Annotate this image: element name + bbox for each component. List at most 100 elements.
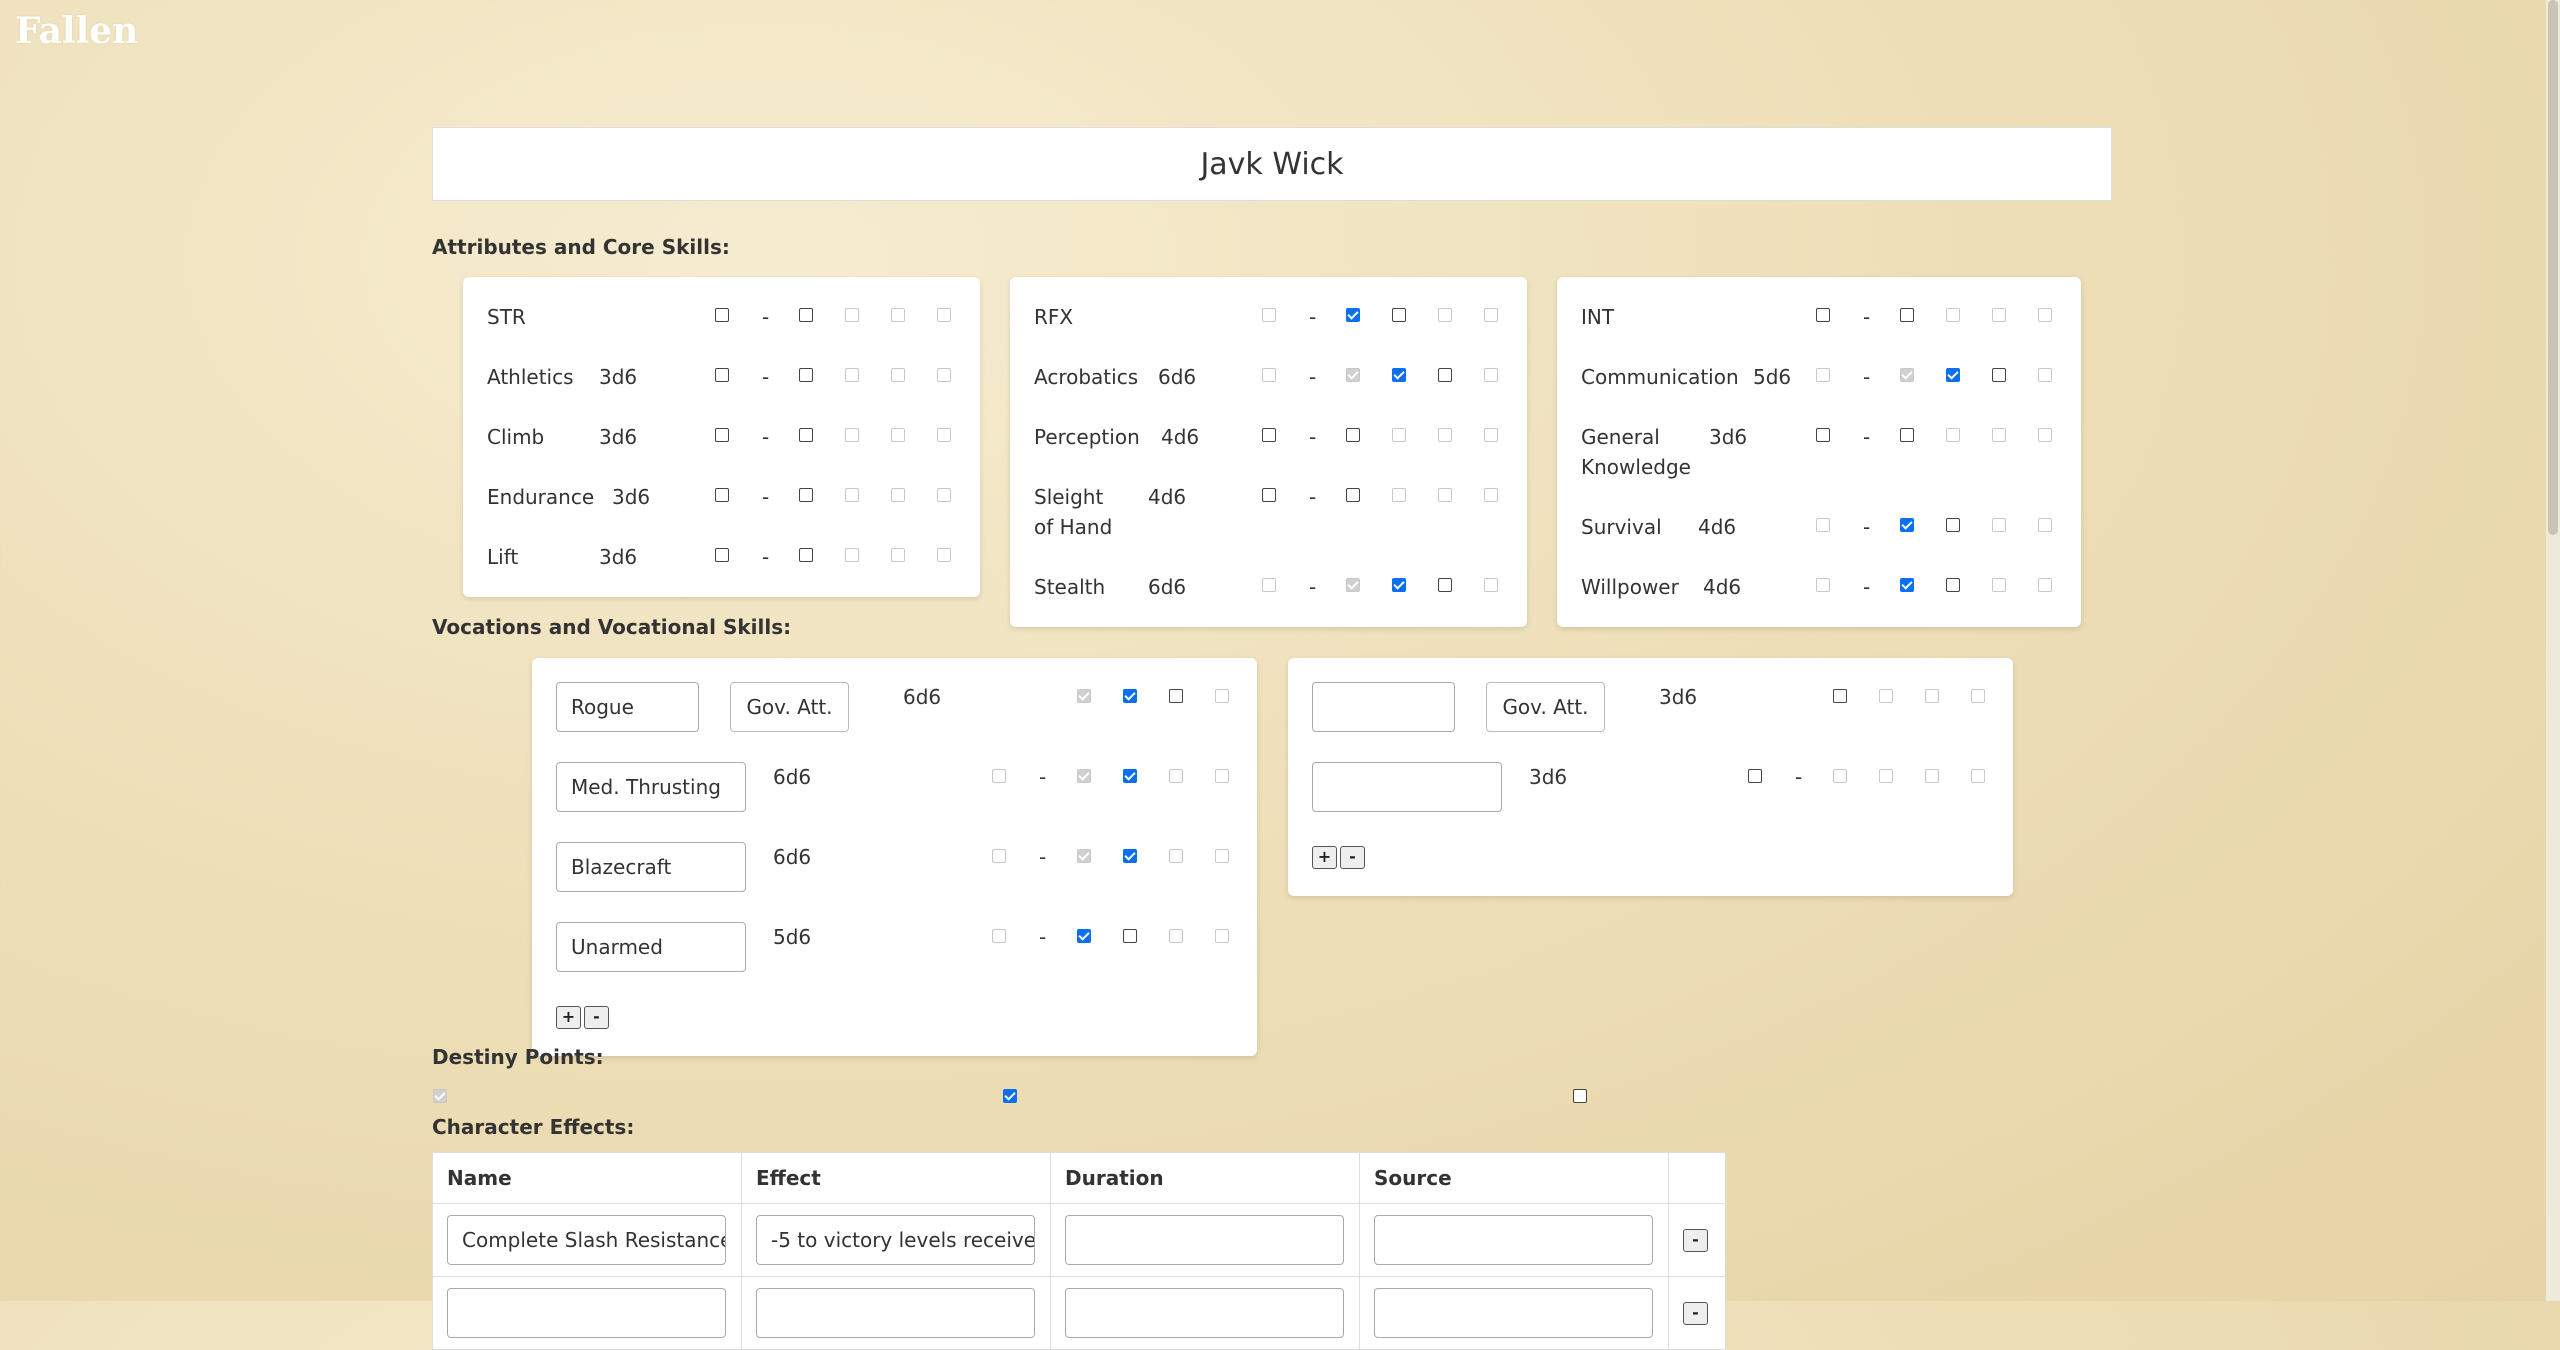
gov-att-button[interactable]: Gov. Att. xyxy=(730,682,849,732)
effect-effect-input[interactable]: -5 to victory levels received f xyxy=(756,1215,1035,1265)
checkbox[interactable] xyxy=(1392,488,1406,502)
checkbox[interactable] xyxy=(2038,578,2052,592)
checkbox[interactable] xyxy=(1925,769,1939,783)
checkbox[interactable] xyxy=(1123,769,1137,783)
checkbox[interactable] xyxy=(937,308,951,322)
checkbox[interactable] xyxy=(891,488,905,502)
checkbox[interactable] xyxy=(1123,929,1137,943)
vocational-skill-input[interactable]: Blazecraft xyxy=(556,842,746,892)
checkbox[interactable] xyxy=(1484,368,1498,382)
checkbox[interactable] xyxy=(1816,578,1830,592)
checkbox[interactable] xyxy=(891,548,905,562)
checkbox[interactable] xyxy=(1925,689,1939,703)
checkbox[interactable] xyxy=(799,488,813,502)
checkbox[interactable] xyxy=(1748,769,1762,783)
vocational-skill-input[interactable]: Unarmed xyxy=(556,922,746,972)
checkbox[interactable] xyxy=(799,548,813,562)
checkbox[interactable] xyxy=(1971,769,1985,783)
effect-name-input[interactable] xyxy=(447,1288,726,1338)
checkbox[interactable] xyxy=(937,368,951,382)
checkbox[interactable] xyxy=(1816,518,1830,532)
add-skill-button[interactable]: + xyxy=(1312,846,1337,869)
checkbox[interactable] xyxy=(2038,308,2052,322)
checkbox[interactable] xyxy=(1946,578,1960,592)
checkbox[interactable] xyxy=(1438,368,1452,382)
remove-effect-button[interactable]: - xyxy=(1683,1301,1708,1325)
destiny-point-checkbox[interactable] xyxy=(1003,1089,1017,1103)
checkbox[interactable] xyxy=(2038,428,2052,442)
checkbox[interactable] xyxy=(1484,428,1498,442)
checkbox[interactable] xyxy=(1946,308,1960,322)
checkbox[interactable] xyxy=(1169,769,1183,783)
checkbox[interactable] xyxy=(1346,578,1360,592)
checkbox[interactable] xyxy=(1392,428,1406,442)
checkbox[interactable] xyxy=(1262,368,1276,382)
checkbox[interactable] xyxy=(1346,308,1360,322)
checkbox[interactable] xyxy=(845,308,859,322)
checkbox[interactable] xyxy=(891,308,905,322)
checkbox[interactable] xyxy=(799,308,813,322)
checkbox[interactable] xyxy=(799,368,813,382)
checkbox[interactable] xyxy=(845,428,859,442)
remove-skill-button[interactable]: - xyxy=(584,1006,609,1029)
checkbox[interactable] xyxy=(1900,428,1914,442)
checkbox[interactable] xyxy=(1077,929,1091,943)
checkbox[interactable] xyxy=(1215,689,1229,703)
remove-effect-button[interactable]: - xyxy=(1683,1228,1708,1252)
effect-source-input[interactable] xyxy=(1374,1215,1653,1265)
checkbox[interactable] xyxy=(1438,428,1452,442)
effect-effect-input[interactable] xyxy=(756,1288,1035,1338)
page-scrollbar[interactable] xyxy=(2546,0,2560,1301)
checkbox[interactable] xyxy=(1879,689,1893,703)
effect-name-input[interactable]: Complete Slash Resistance xyxy=(447,1215,726,1265)
checkbox[interactable] xyxy=(1438,578,1452,592)
destiny-point-checkbox[interactable] xyxy=(433,1089,447,1103)
checkbox[interactable] xyxy=(715,368,729,382)
checkbox[interactable] xyxy=(1077,849,1091,863)
vocation-name-input[interactable]: Rogue xyxy=(556,682,699,732)
checkbox[interactable] xyxy=(891,368,905,382)
checkbox[interactable] xyxy=(1879,769,1893,783)
checkbox[interactable] xyxy=(1992,578,2006,592)
checkbox[interactable] xyxy=(1169,929,1183,943)
checkbox[interactable] xyxy=(1123,689,1137,703)
checkbox[interactable] xyxy=(1438,488,1452,502)
checkbox[interactable] xyxy=(799,428,813,442)
checkbox[interactable] xyxy=(845,488,859,502)
checkbox[interactable] xyxy=(1077,769,1091,783)
checkbox[interactable] xyxy=(992,849,1006,863)
vocational-skill-input[interactable]: Med. Thrusting xyxy=(556,762,746,812)
character-name-field[interactable]: Javk Wick xyxy=(432,127,2112,201)
checkbox[interactable] xyxy=(1992,428,2006,442)
checkbox[interactable] xyxy=(2038,518,2052,532)
checkbox[interactable] xyxy=(1438,308,1452,322)
checkbox[interactable] xyxy=(1077,689,1091,703)
checkbox[interactable] xyxy=(1346,428,1360,442)
checkbox[interactable] xyxy=(1484,308,1498,322)
checkbox[interactable] xyxy=(1833,769,1847,783)
checkbox[interactable] xyxy=(1816,308,1830,322)
checkbox[interactable] xyxy=(1946,428,1960,442)
checkbox[interactable] xyxy=(1262,308,1276,322)
checkbox[interactable] xyxy=(715,548,729,562)
checkbox[interactable] xyxy=(715,428,729,442)
checkbox[interactable] xyxy=(1215,769,1229,783)
checkbox[interactable] xyxy=(1900,578,1914,592)
checkbox[interactable] xyxy=(1833,689,1847,703)
checkbox[interactable] xyxy=(937,428,951,442)
destiny-point-checkbox[interactable] xyxy=(1573,1089,1587,1103)
vocational-skill-input[interactable] xyxy=(1312,762,1502,812)
checkbox[interactable] xyxy=(1816,428,1830,442)
checkbox[interactable] xyxy=(1392,308,1406,322)
checkbox[interactable] xyxy=(715,308,729,322)
checkbox[interactable] xyxy=(1392,578,1406,592)
checkbox[interactable] xyxy=(1900,308,1914,322)
effect-duration-input[interactable] xyxy=(1065,1215,1344,1265)
checkbox[interactable] xyxy=(937,548,951,562)
remove-skill-button[interactable]: - xyxy=(1340,846,1365,869)
checkbox[interactable] xyxy=(1392,368,1406,382)
checkbox[interactable] xyxy=(1215,929,1229,943)
add-skill-button[interactable]: + xyxy=(556,1006,581,1029)
checkbox[interactable] xyxy=(1215,849,1229,863)
checkbox[interactable] xyxy=(1946,518,1960,532)
